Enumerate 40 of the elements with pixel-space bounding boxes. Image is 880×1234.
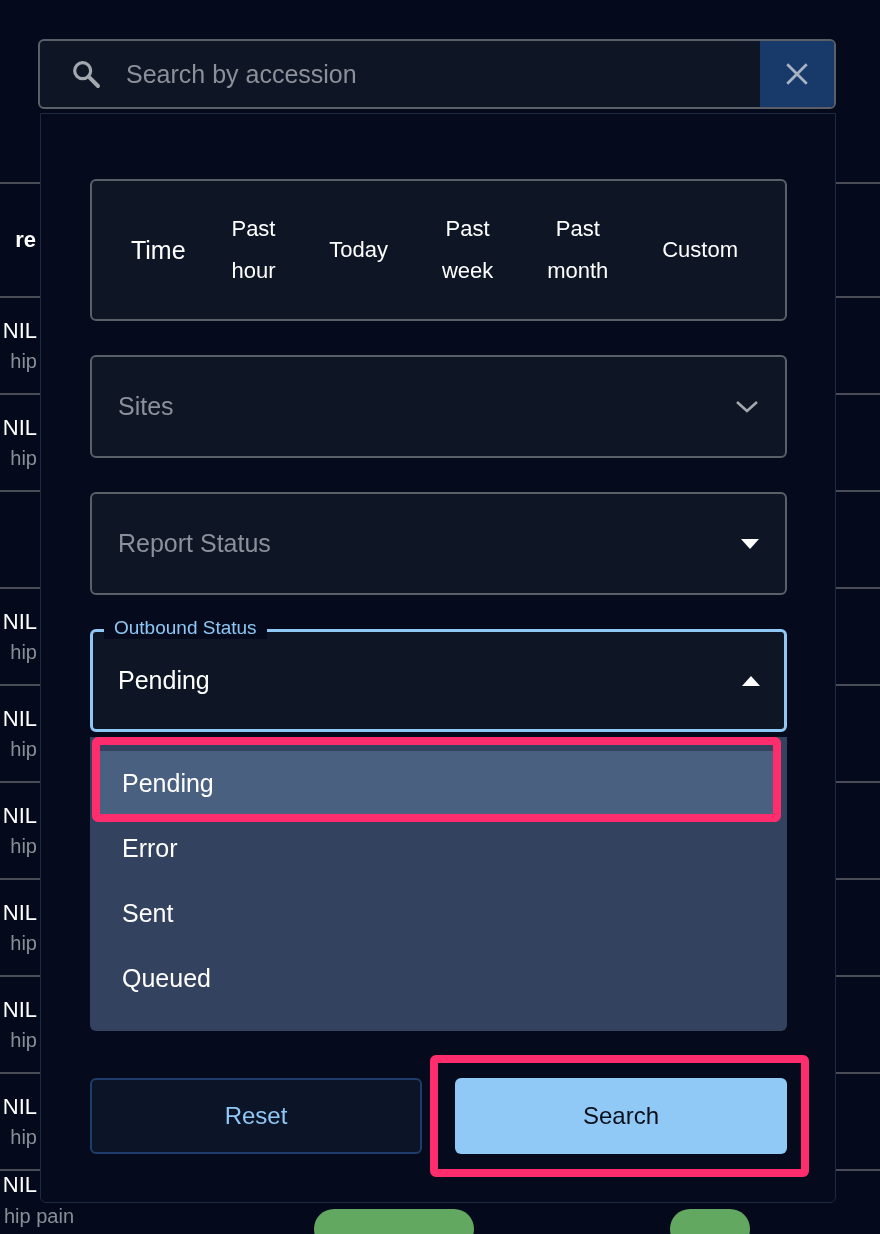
table-cell-text: NIL (1, 900, 37, 926)
close-icon (784, 61, 810, 87)
table-cell-text: hip (9, 738, 37, 761)
column-header: re (14, 227, 36, 253)
table-cell-text: NIL (1, 706, 37, 732)
menu-option[interactable]: Queued (90, 946, 787, 1011)
table-cell-text: NIL (1, 318, 37, 344)
search-field[interactable]: Search by accession (38, 39, 836, 109)
reset-button[interactable]: Reset (90, 1078, 422, 1154)
table-cell-text: hip (9, 1029, 37, 1052)
table-cell-text: hip (9, 641, 37, 664)
table-cell-text: NIL (1, 803, 37, 829)
time-option[interactable]: Past week (433, 208, 502, 292)
search-button[interactable]: Search (455, 1078, 787, 1154)
time-option[interactable]: Past month (539, 208, 617, 292)
table-cell: hip pain (4, 1205, 75, 1227)
table-cell-text: hip (9, 835, 37, 858)
menu-option[interactable]: Sent (90, 881, 787, 946)
table-cell-text: hip (9, 1126, 37, 1149)
report-status-dropdown[interactable]: Report Status (90, 492, 787, 595)
time-option[interactable]: Today (321, 229, 397, 271)
caret-up-icon (742, 675, 760, 686)
caret-down-icon (741, 538, 759, 549)
table-cell-text: NIL (1, 997, 37, 1023)
search-input[interactable]: Search by accession (124, 58, 760, 90)
table-cell-text: hip (9, 350, 37, 373)
table-cell-text: hip (9, 932, 37, 955)
table-cell-text: NIL (1, 609, 37, 635)
table-cell-text: hip (9, 447, 37, 470)
close-button[interactable] (760, 41, 834, 107)
table-cell-text: NIL (1, 1173, 37, 1197)
sites-dropdown[interactable]: Sites (90, 355, 787, 458)
time-option[interactable]: Past hour (223, 208, 284, 292)
table-cell-text: NIL (1, 415, 37, 441)
time-label: Time (130, 235, 186, 265)
time-option[interactable]: Custom (654, 229, 746, 271)
search-icon (70, 58, 102, 90)
chevron-down-icon (735, 399, 759, 414)
menu-option[interactable]: Error (90, 816, 787, 881)
table-cell-text: NIL (1, 1094, 37, 1120)
